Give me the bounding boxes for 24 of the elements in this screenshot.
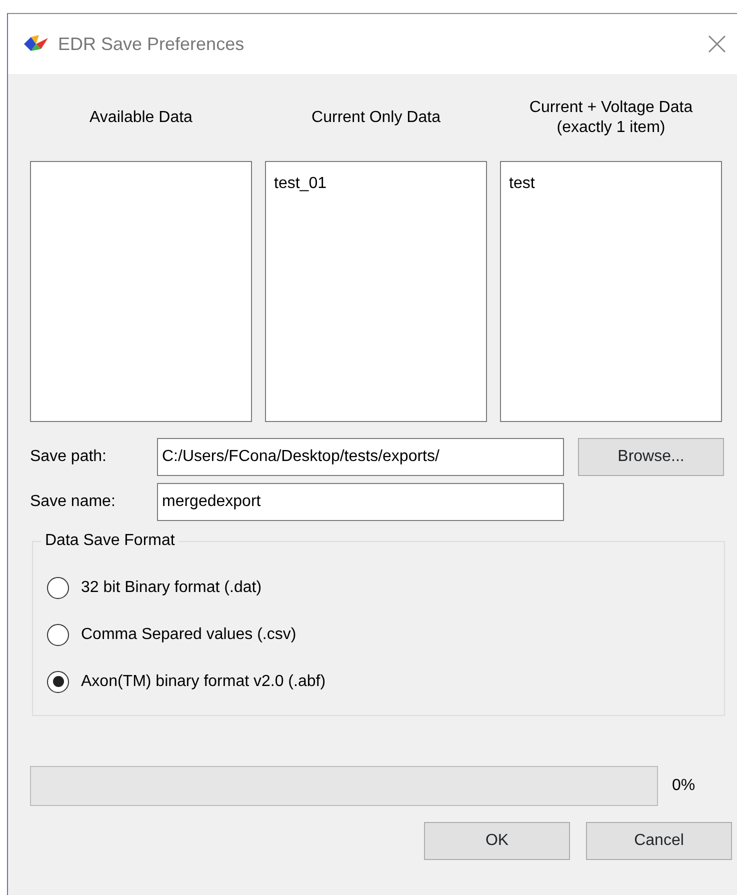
progress-reading: 0% xyxy=(672,776,696,796)
option-label: Axon(TM) binary format v2.0 (.abf) xyxy=(81,672,326,692)
window-title: EDR Save Preferences xyxy=(58,32,246,56)
field-label: Save name: xyxy=(30,492,116,512)
app-logo-icon xyxy=(24,35,48,53)
list-item[interactable]: test_01 xyxy=(274,172,326,196)
radio-button[interactable] xyxy=(47,624,69,646)
field-label: Save path: xyxy=(30,447,108,467)
ok-button[interactable]: OK xyxy=(424,822,570,860)
option-label: 32 bit Binary format (.dat) xyxy=(81,578,262,598)
list-header: Current Only Data xyxy=(310,108,442,128)
list-header: Current + Voltage Data (exactly 1 item) xyxy=(528,98,694,137)
list-box[interactable]: test xyxy=(500,161,722,422)
close-icon[interactable] xyxy=(707,34,727,54)
radio-button[interactable] xyxy=(47,670,69,692)
list-header: Available Data xyxy=(88,108,194,128)
save-path-field[interactable]: C:/Users/FCona/Desktop/tests/exports/ xyxy=(157,438,564,476)
save-name-field[interactable]: mergedexport xyxy=(157,483,564,521)
browse-button[interactable]: Browse... xyxy=(578,438,724,476)
radio-button[interactable] xyxy=(47,576,69,598)
option-label: Comma Separed values (.csv) xyxy=(81,624,296,644)
list-box[interactable]: test_01 xyxy=(265,161,487,422)
list-item[interactable]: test xyxy=(509,172,535,196)
cancel-button[interactable]: Cancel xyxy=(586,822,732,860)
